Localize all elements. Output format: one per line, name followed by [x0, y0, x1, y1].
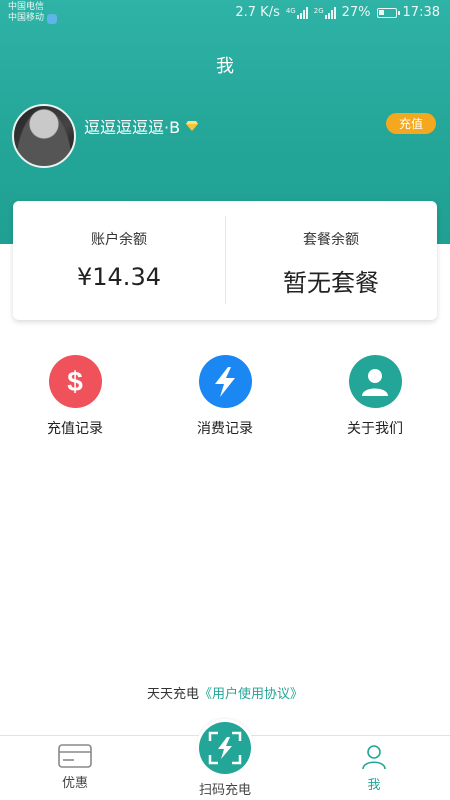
user-icon [348, 355, 402, 408]
page-title: 我 [216, 56, 234, 77]
card-icon [58, 744, 92, 768]
security-shield-icon [47, 13, 58, 24]
lightning-icon [198, 355, 252, 408]
battery-percent: 27% [341, 5, 371, 20]
user-agreement-link[interactable]: 《用户使用协议》 [199, 687, 303, 702]
account-balance[interactable]: 账户余额 ¥14.34 [13, 201, 225, 320]
about-us-label: 关于我们 [347, 421, 403, 437]
signal-1-icon: 4G [285, 6, 308, 19]
network-type-2: 2G [313, 6, 324, 15]
account-balance-label: 账户余额 [91, 232, 147, 248]
carrier-2: 中国移动 [8, 13, 45, 23]
recharge-records[interactable]: $ 充值记录 [0, 355, 150, 438]
quick-actions: $ 充值记录 消费记录 关于我们 [0, 355, 450, 438]
network-speed: 2.7 K/s [235, 5, 280, 20]
scan-charge-button[interactable] [196, 719, 254, 777]
scan-charge-label: 扫码充电 [198, 783, 251, 798]
battery-icon [376, 7, 400, 18]
network-type-1: 4G [285, 6, 296, 15]
user-info: 逗逗逗逗逗·B [84, 114, 199, 138]
username: 逗逗逗逗逗·B [84, 118, 181, 137]
package-balance[interactable]: 套餐余额 暂无套餐 [225, 201, 437, 320]
carrier-1: 中国电信 [8, 2, 45, 12]
package-balance-label: 套餐余额 [303, 232, 359, 248]
status-right: 2.7 K/s 4G 2G 27% 17:38 [235, 5, 440, 20]
recharge-button[interactable]: 充值 [386, 113, 436, 134]
scan-icon [199, 722, 251, 774]
screen: 中国电信 中国移动 2.7 K/s 4G 2G 27% 17:38 我 逗逗逗逗… [0, 0, 450, 800]
svg-text:$: $ [67, 367, 83, 397]
carriers: 中国电信 中国移动 [8, 2, 58, 24]
person-icon [362, 745, 386, 770]
consumption-records-label: 消费记录 [197, 421, 253, 437]
balance-card: 账户余额 ¥14.34 套餐余额 暂无套餐 [13, 201, 437, 320]
agreement: 天天充电《用户使用协议》 [0, 683, 450, 702]
account-balance-value: ¥14.34 [77, 263, 161, 291]
dollar-icon: $ [48, 355, 102, 408]
signal-2-icon: 2G [313, 6, 336, 19]
vip-diamond-icon [186, 121, 199, 131]
about-us[interactable]: 关于我们 [300, 355, 450, 438]
avatar[interactable] [12, 104, 76, 168]
consumption-records[interactable]: 消费记录 [150, 355, 300, 438]
recharge-records-label: 充值记录 [47, 421, 103, 437]
package-balance-value: 暂无套餐 [283, 269, 379, 297]
status-bar: 中国电信 中国移动 2.7 K/s 4G 2G 27% 17:38 [0, 0, 450, 28]
clock: 17:38 [402, 5, 440, 20]
agreement-prefix: 天天充电 [146, 687, 199, 702]
